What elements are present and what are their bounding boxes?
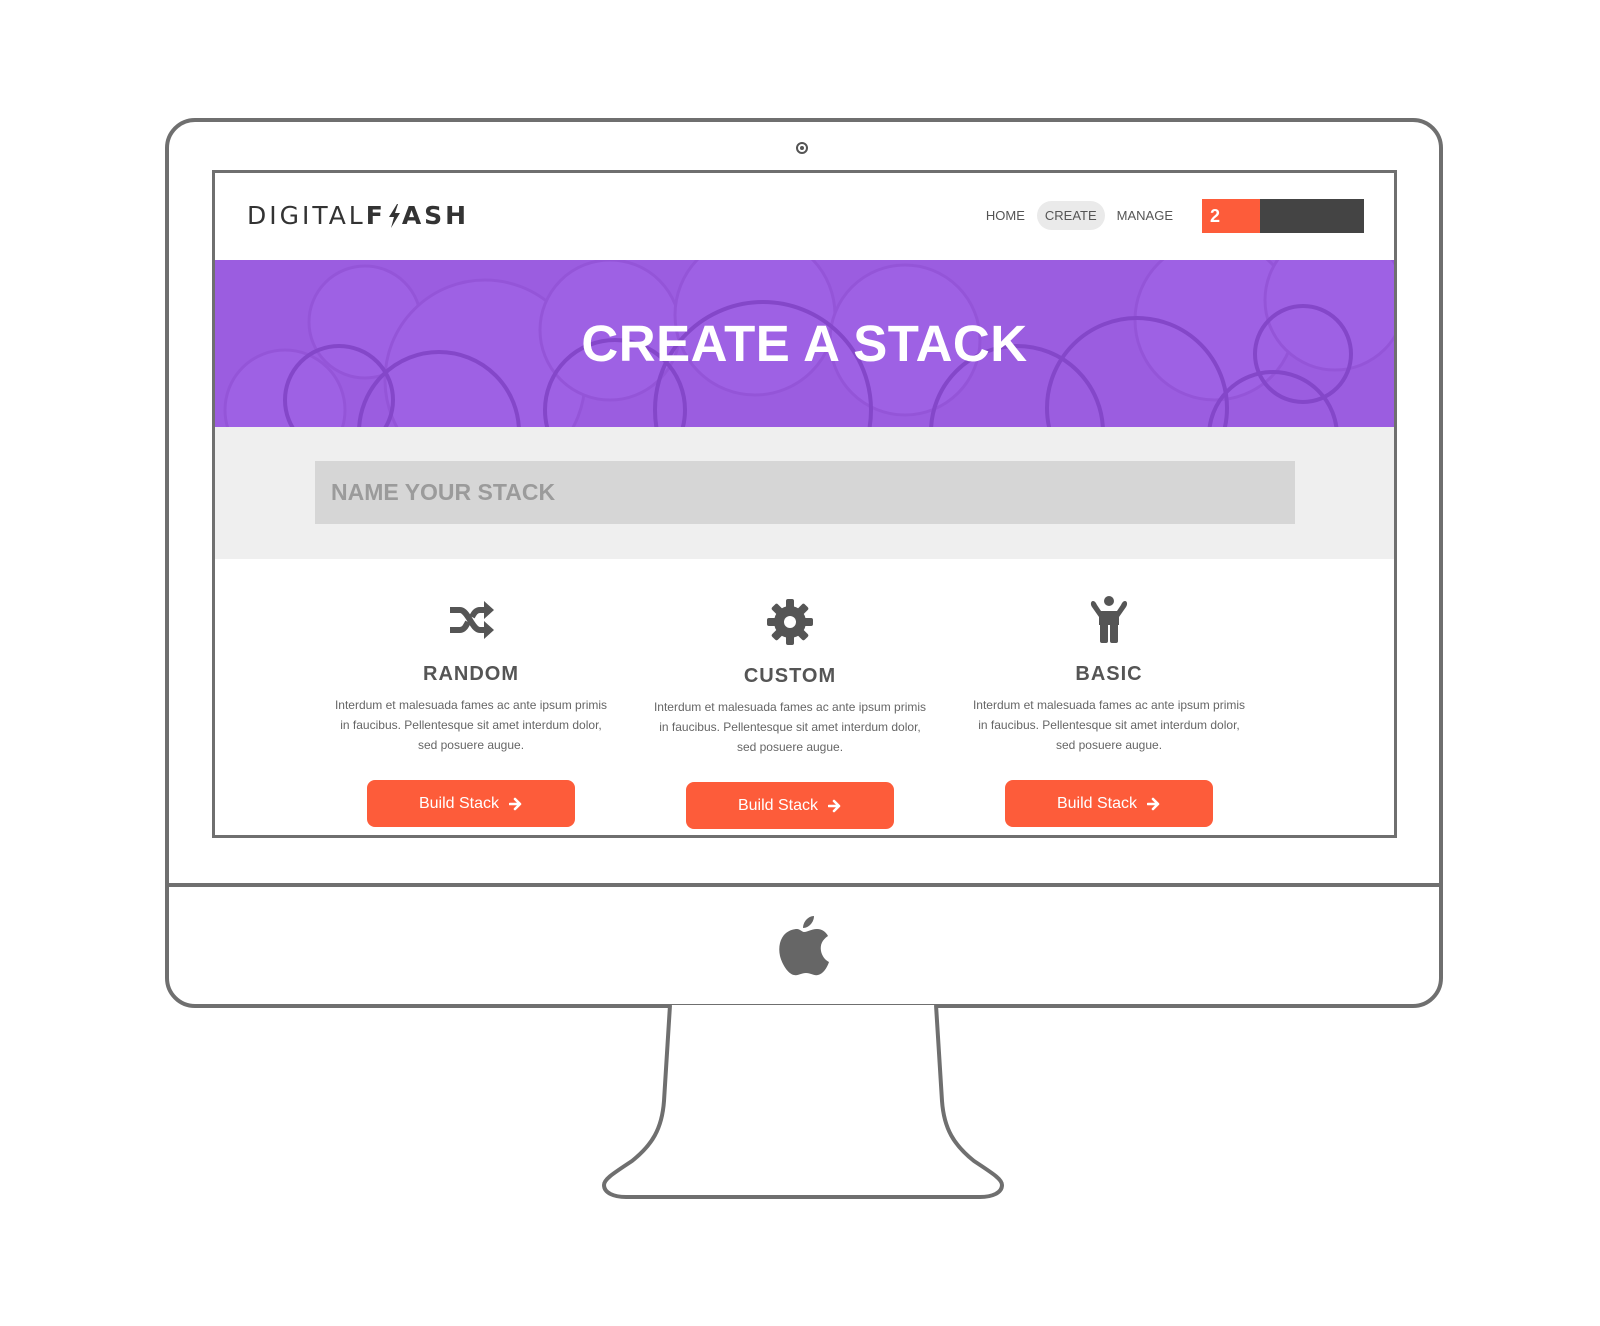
nav-link-create[interactable]: CREATE <box>1036 201 1105 230</box>
cart-count-badge: 2 <box>1202 199 1260 233</box>
monitor-stand <box>601 1005 1005 1199</box>
logo-text-f: F <box>365 201 386 230</box>
stack-name-input[interactable] <box>315 461 1295 524</box>
child-icon <box>1090 596 1128 643</box>
build-stack-button[interactable]: Build Stack <box>367 780 575 827</box>
arrow-right-icon <box>1147 797 1160 810</box>
option-description: Interdum et malesuada fames ac ante ipsu… <box>972 698 1246 752</box>
brand-logo[interactable]: DIGITAL F ASH <box>247 201 469 230</box>
lightning-bolt-icon <box>388 203 400 228</box>
option-title: BASIC <box>1075 663 1143 685</box>
arrow-right-icon <box>509 797 522 810</box>
build-stack-button[interactable]: Build Stack <box>1005 780 1213 827</box>
shuffle-icon <box>450 601 494 639</box>
page-title: CREATE A STACK <box>581 315 1028 372</box>
hero-banner: CREATE A STACK <box>215 260 1394 427</box>
nav-link-home[interactable]: HOME <box>978 201 1033 230</box>
option-title: RANDOM <box>423 663 519 685</box>
cart-widget[interactable]: 2 <box>1202 199 1364 233</box>
logo-text-right: ASH <box>401 201 470 230</box>
arrow-right-icon <box>828 799 841 812</box>
camera-icon <box>796 142 808 154</box>
build-stack-button[interactable]: Build Stack <box>686 782 894 829</box>
stack-options: RANDOM Interdum et malesuada fames ac an… <box>215 559 1394 835</box>
logo-text-left: DIGITAL <box>247 201 366 230</box>
nav-link-manage[interactable]: MANAGE <box>1109 201 1181 230</box>
build-stack-label: Build Stack <box>1056 794 1138 812</box>
option-title: CUSTOM <box>743 665 837 687</box>
build-stack-label: Build Stack <box>737 796 819 814</box>
nav-links: HOME CREATE MANAGE <box>978 201 1181 230</box>
gear-icon <box>767 599 813 645</box>
apple-logo-icon <box>779 916 829 976</box>
navbar: DIGITAL F ASH HOME CREATE MANAGE 2 <box>215 173 1394 260</box>
name-stack-section <box>215 427 1394 559</box>
option-description: Interdum et malesuada fames ac ante ipsu… <box>653 700 927 754</box>
cart-bar <box>1260 199 1364 233</box>
monitor-chin-divider <box>169 883 1439 887</box>
option-description: Interdum et malesuada fames ac ante ipsu… <box>334 698 608 752</box>
build-stack-label: Build Stack <box>418 794 500 812</box>
screen: DIGITAL F ASH HOME CREATE MANAGE 2 CREAT… <box>212 170 1397 838</box>
